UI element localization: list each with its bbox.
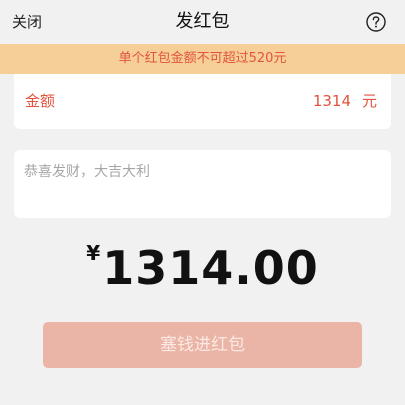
nav-bar: 关闭 发红包 — [0, 0, 405, 44]
amount-field[interactable]: 金额 1314 元 — [14, 74, 391, 129]
limit-notice-banner: 单个红包金额不可超过520元 — [0, 44, 405, 74]
amount-value[interactable]: 1314 — [313, 91, 351, 111]
amount-label: 金额 — [25, 92, 56, 110]
greeting-input[interactable] — [24, 160, 379, 184]
red-packet-page: 关闭 发红包 单个红包金额不可超过520元 金额 1314 元 ¥1314.00… — [0, 0, 405, 405]
put-money-button[interactable]: 塞钱进红包 — [43, 322, 362, 368]
amount-unit: 元 — [361, 92, 377, 110]
greeting-card — [14, 150, 391, 218]
question-circle-icon[interactable] — [366, 12, 386, 32]
currency-symbol: ¥ — [86, 241, 101, 265]
page-title: 发红包 — [175, 11, 230, 32]
total-amount-display: ¥1314.00 — [0, 238, 405, 302]
total-amount: 1314.00 — [102, 241, 319, 295]
